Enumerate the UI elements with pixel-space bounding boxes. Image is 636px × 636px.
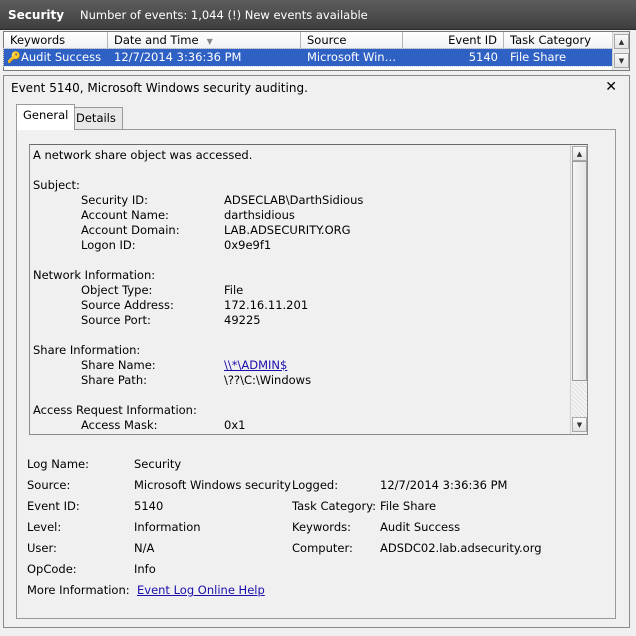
- tab-general[interactable]: General: [16, 104, 76, 130]
- message-scrollbar[interactable]: ▲ ▼: [570, 145, 587, 434]
- logon-id-label: Logon ID:: [81, 238, 136, 252]
- level-value: Information: [134, 520, 201, 534]
- cell-event-id: 5140: [468, 50, 498, 64]
- event-list[interactable]: Keywords Date and Time ▼ Source Event ID …: [3, 31, 630, 71]
- access-mask-label: Access Mask:: [81, 418, 158, 432]
- network-header: Network Information:: [33, 268, 156, 282]
- log-title: Security: [8, 7, 65, 22]
- key-icon: 🔑: [7, 51, 21, 64]
- col-date-time-label: Date and Time: [114, 33, 199, 47]
- security-id-label: Security ID:: [81, 193, 149, 207]
- event-id-label: Event ID:: [27, 499, 80, 513]
- account-name-label: Account Name:: [81, 208, 169, 222]
- event-details-pane: Event 5140, Microsoft Windows security a…: [3, 75, 630, 628]
- log-name-value: Security: [134, 457, 182, 471]
- security-id-value: ADSECLAB\DarthSidious: [224, 193, 364, 207]
- account-domain-value: LAB.ADSECURITY.ORG: [224, 223, 351, 237]
- cell-source: Microsoft Windo…: [307, 50, 403, 64]
- account-domain-label: Account Domain:: [81, 223, 180, 237]
- event-message-box[interactable]: A network share object was accessed. Sub…: [29, 144, 588, 435]
- log-name-label: Log Name:: [27, 457, 89, 471]
- event-row-selected[interactable]: 🔑Audit Success 12/7/2014 3:36:36 PM Micr…: [3, 48, 615, 67]
- cell-keywords-text: Audit Success: [21, 50, 102, 64]
- col-source[interactable]: Source: [301, 32, 403, 49]
- scrollbar-thumb[interactable]: [572, 161, 587, 381]
- keywords-label: Keywords:: [292, 520, 351, 534]
- col-event-id[interactable]: Event ID: [403, 32, 504, 49]
- logon-id-value: 0x9e9f1: [224, 238, 272, 252]
- computer-value: ADSDC02.lab.adsecurity.org: [380, 541, 542, 555]
- col-date-time[interactable]: Date and Time ▼: [108, 32, 301, 49]
- event-id-value: 5140: [134, 499, 164, 513]
- computer-label: Computer:: [292, 541, 353, 555]
- share-name-label: Share Name:: [81, 358, 156, 372]
- share-name-link[interactable]: \\*\ADMIN$: [224, 358, 287, 373]
- level-label: Level:: [27, 520, 62, 534]
- share-path-label: Share Path:: [81, 373, 147, 387]
- subject-header: Subject:: [33, 178, 80, 192]
- pane-title: Event 5140, Microsoft Windows security a…: [11, 81, 308, 95]
- access-mask-value: 0x1: [224, 418, 246, 432]
- object-type-label: Object Type:: [81, 283, 153, 297]
- scroll-up-icon[interactable]: ▲: [614, 34, 629, 49]
- source-address-label: Source Address:: [81, 298, 174, 312]
- more-info-label: More Information:: [27, 583, 130, 597]
- message-summary: A network share object was accessed.: [33, 148, 253, 162]
- event-log-help-link[interactable]: Event Log Online Help: [137, 583, 265, 597]
- list-scrollbar[interactable]: ▲ ▼: [612, 32, 629, 70]
- scroll-up-icon[interactable]: ▲: [572, 146, 587, 161]
- source-address-value: 172.16.11.201: [224, 298, 309, 312]
- tab-details[interactable]: Details: [69, 107, 123, 129]
- column-headers: Keywords Date and Time ▼ Source Event ID …: [4, 32, 614, 49]
- task-category-label: Task Category:: [292, 499, 377, 513]
- logged-label: Logged:: [292, 478, 339, 492]
- keywords-value: Audit Success: [380, 520, 461, 534]
- close-icon[interactable]: ✕: [605, 79, 617, 95]
- event-message-text: A network share object was accessed. Sub…: [33, 148, 568, 433]
- share-header: Share Information:: [33, 343, 141, 357]
- log-header: Security Number of events: 1,044 (!) New…: [0, 0, 636, 30]
- object-type-value: File: [224, 283, 244, 297]
- col-keywords[interactable]: Keywords: [4, 32, 108, 49]
- general-tab-panel: A network share object was accessed. Sub…: [16, 129, 616, 619]
- share-path-value: \??\C:\Windows: [224, 373, 312, 387]
- opcode-value: Info: [134, 562, 156, 576]
- cell-date-time: 12/7/2014 3:36:36 PM: [114, 50, 242, 64]
- access-header: Access Request Information:: [33, 403, 197, 417]
- cell-task-category: File Share: [510, 50, 567, 64]
- cell-keywords: 🔑Audit Success: [4, 49, 108, 66]
- user-label: User:: [27, 541, 57, 555]
- scroll-down-icon[interactable]: ▼: [572, 417, 587, 432]
- source-value: Microsoft Windows security: [134, 478, 291, 492]
- task-category-value: File Share: [380, 499, 437, 513]
- scroll-down-icon[interactable]: ▼: [614, 53, 629, 68]
- source-port-label: Source Port:: [81, 313, 151, 327]
- logged-value: 12/7/2014 3:36:36 PM: [380, 478, 508, 492]
- user-value: N/A: [134, 541, 155, 555]
- source-label: Source:: [27, 478, 71, 492]
- opcode-label: OpCode:: [27, 562, 77, 576]
- account-name-value: darthsidious: [224, 208, 295, 222]
- sort-desc-icon: ▼: [206, 37, 213, 46]
- events-count: Number of events: 1,044 (!) New events a…: [80, 7, 368, 22]
- scrollbar-track[interactable]: [572, 382, 587, 417]
- source-port-value: 49225: [224, 313, 261, 327]
- col-task-category[interactable]: Task Category: [504, 32, 614, 49]
